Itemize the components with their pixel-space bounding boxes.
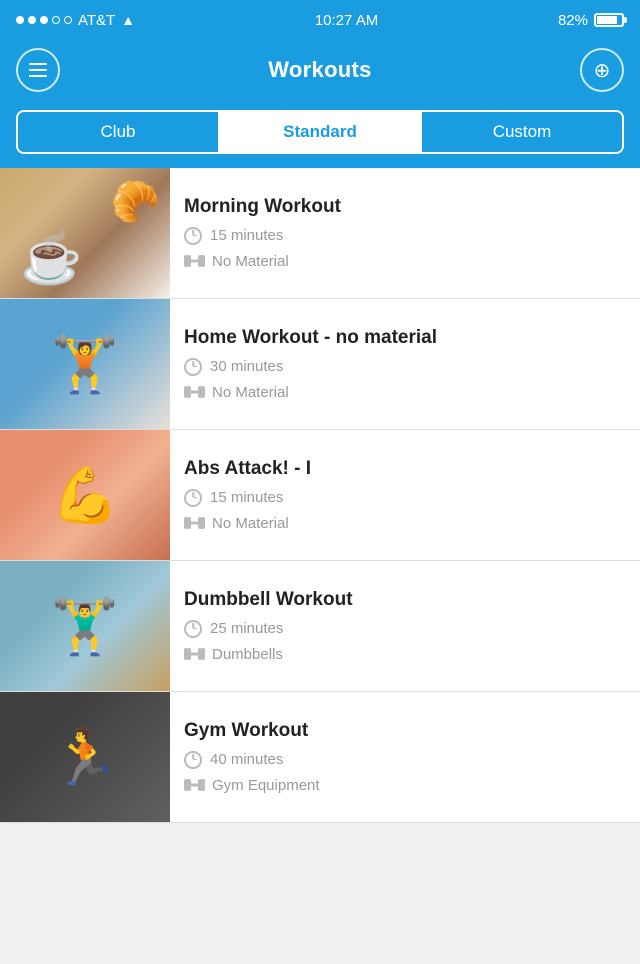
clock-icon — [184, 227, 202, 245]
workout-info: Abs Attack! - I 15 minutes No Material — [170, 430, 640, 560]
filter-icon: ⊕ — [594, 58, 611, 83]
list-item[interactable]: Abs Attack! - I 15 minutes No Material — [0, 430, 640, 561]
page-title: Workouts — [268, 57, 371, 83]
workout-duration: 15 minutes — [184, 227, 626, 245]
clock-icon — [184, 620, 202, 638]
list-item[interactable]: Dumbbell Workout 25 minutes Dumbbells — [0, 561, 640, 692]
workout-material: No Material — [184, 253, 626, 270]
thumbnail-image — [0, 168, 170, 298]
status-right: 82% — [558, 12, 624, 29]
thumbnail-image — [0, 561, 170, 691]
filter-button[interactable]: ⊕ — [580, 48, 624, 92]
list-item[interactable]: Gym Workout 40 minutes Gym Equipment — [0, 692, 640, 823]
workout-info: Gym Workout 40 minutes Gym Equipment — [170, 692, 640, 822]
dumbbell-icon — [184, 779, 204, 791]
list-item[interactable]: Morning Workout 15 minutes No Material — [0, 168, 640, 299]
segment-control: Club Standard Custom — [0, 100, 640, 168]
workout-thumbnail — [0, 299, 170, 429]
nav-bar: Workouts ⊕ — [0, 40, 640, 100]
workout-thumbnail — [0, 430, 170, 560]
dumbbell-icon — [184, 648, 204, 660]
workout-material: Gym Equipment — [184, 777, 626, 794]
workout-thumbnail — [0, 561, 170, 691]
tab-custom[interactable]: Custom — [422, 112, 622, 152]
thumbnail-image — [0, 299, 170, 429]
workout-name: Gym Workout — [184, 720, 626, 743]
clock-icon — [184, 489, 202, 507]
clock-icon — [184, 358, 202, 376]
time-label: 10:27 AM — [315, 12, 378, 29]
battery-percent: 82% — [558, 12, 588, 29]
workout-material: No Material — [184, 515, 626, 532]
segment-inner: Club Standard Custom — [16, 110, 624, 154]
workout-info: Morning Workout 15 minutes No Material — [170, 168, 640, 298]
tab-standard[interactable]: Standard — [220, 112, 420, 152]
workout-name: Abs Attack! - I — [184, 458, 626, 481]
workout-duration: 25 minutes — [184, 620, 626, 638]
status-bar: AT&T ▲ 10:27 AM 82% — [0, 0, 640, 40]
dot-2 — [28, 16, 36, 24]
list-item[interactable]: Home Workout - no material 30 minutes No… — [0, 299, 640, 430]
thumbnail-image — [0, 430, 170, 560]
dot-3 — [40, 16, 48, 24]
workout-info: Home Workout - no material 30 minutes No… — [170, 299, 640, 429]
dumbbell-icon — [184, 386, 204, 398]
thumbnail-image — [0, 692, 170, 822]
workout-material: Dumbbells — [184, 646, 626, 663]
signal-dots — [16, 16, 72, 24]
battery-icon — [594, 13, 624, 27]
workout-duration: 15 minutes — [184, 489, 626, 507]
carrier-label: AT&T — [78, 12, 115, 29]
workout-name: Morning Workout — [184, 196, 626, 219]
workout-info: Dumbbell Workout 25 minutes Dumbbells — [170, 561, 640, 691]
tab-club[interactable]: Club — [18, 112, 218, 152]
dot-1 — [16, 16, 24, 24]
dot-4 — [52, 16, 60, 24]
wifi-icon: ▲ — [121, 12, 135, 28]
hamburger-icon — [29, 63, 47, 77]
workout-name: Dumbbell Workout — [184, 589, 626, 612]
battery-fill — [597, 16, 617, 24]
workout-list: Morning Workout 15 minutes No Material H… — [0, 168, 640, 964]
status-left: AT&T ▲ — [16, 12, 135, 29]
dumbbell-icon — [184, 517, 204, 529]
clock-icon — [184, 751, 202, 769]
dumbbell-icon — [184, 255, 204, 267]
workout-name: Home Workout - no material — [184, 327, 626, 350]
workout-material: No Material — [184, 384, 626, 401]
menu-button[interactable] — [16, 48, 60, 92]
workout-thumbnail — [0, 692, 170, 822]
workout-duration: 40 minutes — [184, 751, 626, 769]
workout-thumbnail — [0, 168, 170, 298]
workout-duration: 30 minutes — [184, 358, 626, 376]
dot-5 — [64, 16, 72, 24]
